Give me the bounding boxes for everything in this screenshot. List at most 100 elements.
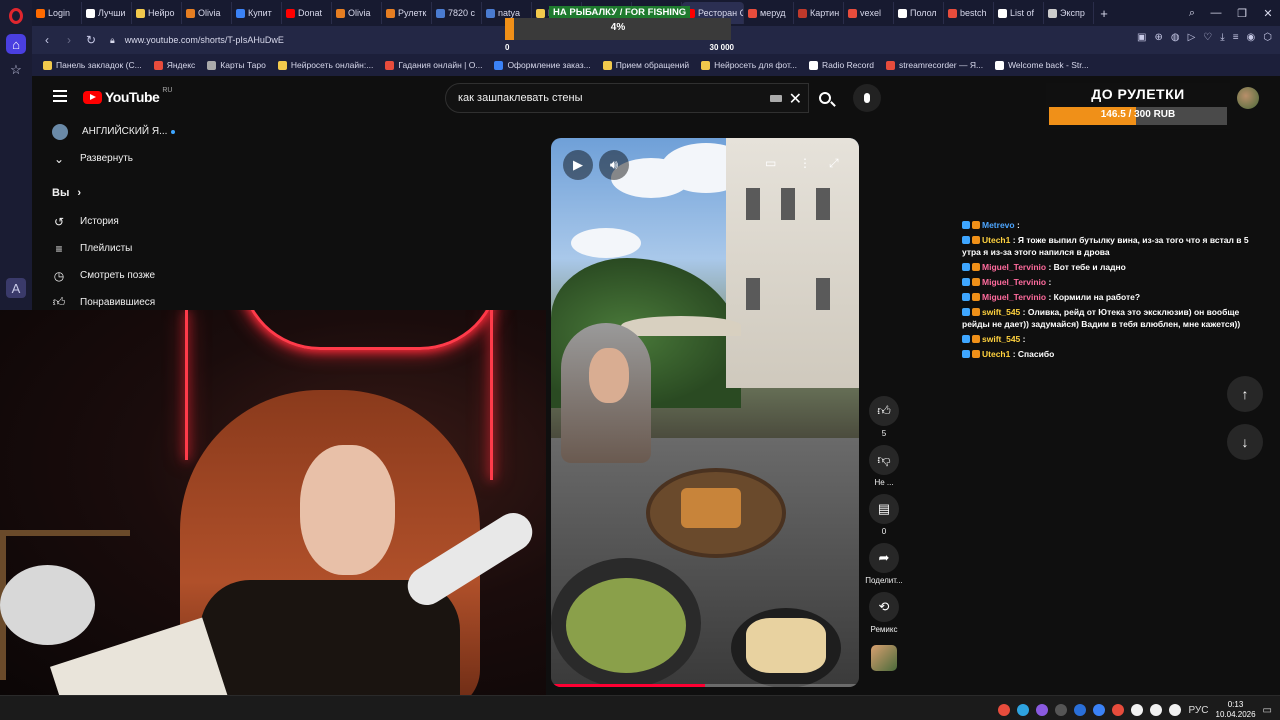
browser-tab[interactable]: 7820 с [432, 2, 482, 24]
maximize-icon[interactable]: ❐ [1230, 0, 1254, 26]
url-field[interactable]: 🔒︎ www.youtube.com/shorts/T-pIsAHuDwE [110, 35, 284, 46]
previous-short-button[interactable]: ↑ [1227, 376, 1263, 412]
heart-icon[interactable]: ♡ [1203, 32, 1212, 43]
captions-icon[interactable]: ▭ [765, 156, 776, 170]
bookmark-item[interactable]: Welcome back - Str... [990, 60, 1094, 70]
bookmark-item[interactable]: Гадания онлайн | О... [380, 60, 487, 70]
chat-username[interactable]: swift_545 [982, 307, 1020, 317]
search-button[interactable] [809, 83, 841, 113]
vpn-icon[interactable]: ◍ [1171, 32, 1180, 43]
browser-tab[interactable]: Donat [282, 2, 332, 24]
guide-channel[interactable]: АНГЛИЙСКИЙ Я... [40, 118, 190, 145]
browser-tab[interactable]: bestch [944, 2, 994, 24]
home-icon[interactable]: ⌂ [6, 34, 26, 54]
share-button[interactable]: ➦ [869, 543, 899, 573]
obs-tray-icon[interactable] [1112, 704, 1125, 716]
discord-tray-icon[interactable] [1036, 704, 1049, 716]
next-short-button[interactable]: ↓ [1227, 424, 1263, 460]
chat-username[interactable]: Miguel_Tervinio [982, 262, 1046, 272]
guide-item[interactable]: ↺ История [40, 208, 190, 235]
browser-tab[interactable]: Olivia [182, 2, 232, 24]
sound-thumbnail[interactable] [871, 645, 897, 671]
chat-username[interactable]: Utech1 [982, 235, 1010, 245]
video-progress-bar[interactable] [551, 684, 859, 687]
browser-tab[interactable]: Olivia [332, 2, 382, 24]
chat-username[interactable]: Miguel_Tervinio [982, 292, 1046, 302]
bookmark-item[interactable]: Оформление заказ... [489, 60, 595, 70]
volume-button[interactable]: 🔊︎ [599, 150, 629, 180]
extensions-icon[interactable]: ⬡ [1263, 32, 1272, 43]
browser-tab[interactable]: List of [994, 2, 1044, 24]
dislike-button[interactable]: 👎︎ [869, 445, 899, 475]
bookmark-label: Карты Таро [220, 60, 266, 70]
forward-icon[interactable]: › [58, 33, 80, 47]
network-tray-icon[interactable] [1093, 704, 1106, 716]
download-icon[interactable]: ⤓ [1220, 32, 1224, 43]
guide-expand[interactable]: ⌄ Развернуть [40, 145, 190, 172]
yandex-tray-icon[interactable] [998, 704, 1011, 716]
shorts-player[interactable]: ▶ 🔊︎ ▭ ⋮ ⤢ [551, 138, 859, 687]
account-avatar[interactable] [1237, 87, 1259, 109]
bookmark-item[interactable]: Нейросеть для фот... [696, 60, 802, 70]
reload-icon[interactable]: ↻ [80, 33, 102, 47]
menu-icon[interactable]: ≡ [1233, 32, 1239, 43]
remix-button[interactable]: ⟲ [869, 592, 899, 622]
bookmark-item[interactable]: streamrecorder — Я... [881, 60, 988, 70]
bookmark-page-icon[interactable]: ⊕ [1154, 32, 1162, 43]
play-button[interactable]: ▶ [563, 150, 593, 180]
guide-item[interactable]: ≡ Плейлисты [40, 235, 190, 262]
bookmark-item[interactable]: Панель закладок (С... [38, 60, 147, 70]
browser-tab[interactable]: Лучши [82, 2, 132, 24]
browser-tab[interactable]: Купит [232, 2, 282, 24]
guide-item[interactable]: ◷ Смотреть позже [40, 262, 190, 289]
volume-tray-icon[interactable] [1169, 704, 1182, 716]
fullscreen-icon[interactable]: ⤢ [829, 156, 839, 171]
notifications-icon[interactable]: ▭ [1263, 705, 1272, 716]
chat-username[interactable]: Miguel_Tervinio [982, 277, 1046, 287]
browser-tab[interactable]: Картин [794, 2, 844, 24]
browser-tab[interactable]: Экспр [1044, 2, 1094, 24]
close-window-icon[interactable]: ✕ [1256, 0, 1280, 26]
new-tab-button[interactable]: + [1094, 6, 1114, 21]
chat-username[interactable]: swift_545 [982, 334, 1020, 344]
profile-icon[interactable]: ◉ [1247, 32, 1256, 43]
player-icon[interactable]: ▷ [1188, 32, 1196, 43]
bluetooth-tray-icon[interactable] [1074, 704, 1087, 716]
minimize-icon[interactable]: — [1204, 0, 1228, 26]
chat-username[interactable]: Utech1 [982, 349, 1010, 359]
bookmark-item[interactable]: Прием обращений [598, 60, 694, 70]
search-tabs-icon[interactable]: ⌕ [1180, 0, 1204, 26]
clock[interactable]: 0:13 10.04.2026 [1216, 700, 1256, 720]
language-indicator[interactable]: РУС [1188, 705, 1208, 716]
search-input[interactable]: как зашпаклевать стены ✕ [445, 83, 809, 113]
bookmark-item[interactable]: Radio Record [804, 60, 879, 70]
microphone-tray-icon[interactable] [1131, 704, 1144, 716]
aria-icon[interactable]: A [6, 278, 26, 298]
browser-tab[interactable]: Нейро [132, 2, 182, 24]
wifi-tray-icon[interactable] [1150, 704, 1163, 716]
youtube-logo[interactable]: YouTube RU [83, 87, 172, 105]
bookmark-item[interactable]: Нейросеть онлайн:... [273, 60, 378, 70]
telegram-tray-icon[interactable] [1017, 704, 1030, 716]
voice-search-button[interactable] [853, 84, 881, 112]
hamburger-menu-icon[interactable] [53, 90, 67, 102]
browser-tab[interactable]: Полол [894, 2, 944, 24]
browser-tab[interactable]: Login [32, 2, 82, 24]
guide-you-header[interactable]: Вы › [40, 178, 190, 208]
clear-search-icon[interactable]: ✕ [789, 89, 802, 109]
chat-username[interactable]: Metrevo [982, 220, 1015, 230]
star-icon[interactable]: ☆ [6, 60, 26, 80]
browser-tab[interactable]: Рулетк [382, 2, 432, 24]
more-options-icon[interactable]: ⋮ [799, 156, 811, 170]
comments-button[interactable]: ▤ [869, 494, 899, 524]
snapshot-icon[interactable]: ▣ [1137, 32, 1146, 43]
keyboard-icon[interactable] [770, 95, 782, 102]
back-icon[interactable]: ‹ [36, 33, 58, 47]
bookmark-item[interactable]: Карты Таро [202, 60, 271, 70]
steam-tray-icon[interactable] [1055, 704, 1068, 716]
like-button[interactable]: 👍︎ [869, 396, 899, 426]
bookmark-item[interactable]: Яндекс [149, 60, 201, 70]
browser-tab[interactable]: vexel [844, 2, 894, 24]
browser-tab[interactable]: меруд [744, 2, 794, 24]
opera-logo-icon[interactable] [9, 8, 23, 24]
